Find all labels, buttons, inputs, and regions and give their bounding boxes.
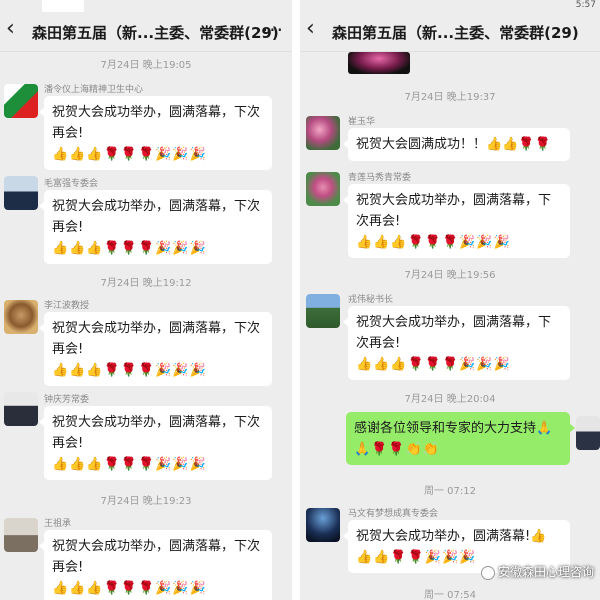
message-bubble[interactable]: 祝贺大会成功举办，圆满落幕，下次再会! 👍👍👍🌹🌹🌹🎉🎉🎉 bbox=[343, 184, 570, 258]
sender-name: 钟庆芳常委 bbox=[44, 395, 90, 405]
lotus-image[interactable] bbox=[348, 52, 410, 74]
message-bubble[interactable]: 祝贺大会成功举办，圆满落幕，下次再会! 👍👍👍🌹🌹🌹🎉🎉🎉 bbox=[39, 530, 272, 600]
message-text: 祝贺大会成功举办，圆满落幕!👍 bbox=[356, 529, 547, 544]
message-text: 祝贺大会成功举办，圆满落幕，下次再会! bbox=[52, 105, 261, 141]
sender-name: 戎伟秘书长 bbox=[348, 295, 394, 305]
sender-name: 王祖承 bbox=[44, 519, 72, 529]
emoji-row: 👍👍👍🌹🌹🌹🎉🎉🎉 bbox=[52, 147, 207, 162]
timestamp: 7月24日 晚上19:12 bbox=[100, 278, 192, 289]
emoji-row: 👍👍👍🌹🌹🌹🎉🎉🎉 bbox=[52, 363, 207, 378]
avatar[interactable] bbox=[306, 294, 340, 328]
chat-header: ‹ 森田第五届（新...主委、常委群(29) bbox=[300, 12, 600, 52]
own-avatar[interactable] bbox=[576, 416, 600, 450]
own-message-bubble[interactable]: 感谢各位领导和专家的大力支持🙏 🙏🌹🌹👏👏 bbox=[346, 412, 575, 465]
status-time: 5:57 bbox=[575, 0, 596, 10]
chat-header: ‹ 森田第五届（新...主委、常委群(29) ··· bbox=[0, 12, 292, 52]
timestamp: 周一 07:12 bbox=[424, 486, 476, 497]
message-text: 祝贺大会圆满成功！！👍👍🌹🌹 bbox=[356, 137, 551, 152]
message-text: 祝贺大会成功举办，圆满落幕，下次再会! bbox=[356, 315, 552, 351]
status-bar: 5:57 bbox=[300, 0, 600, 12]
message-text: 祝贺大会成功举办，圆满落幕，下次再会! bbox=[356, 193, 552, 229]
avatar[interactable] bbox=[4, 300, 38, 334]
emoji-row: 🙏🌹🌹👏👏 bbox=[354, 442, 440, 457]
message-text: 祝贺大会成功举办，圆满落幕，下次再会! bbox=[52, 539, 261, 575]
emoji-row: 👍👍👍🌹🌹🌹🎉🎉🎉 bbox=[52, 581, 207, 596]
message-bubble[interactable]: 祝贺大会成功举办，圆满落幕，下次再会! 👍👍👍🌹🌹🌹🎉🎉🎉 bbox=[39, 312, 272, 386]
back-arrow-icon[interactable]: ‹ bbox=[306, 18, 315, 40]
back-arrow-icon[interactable]: ‹ bbox=[6, 18, 15, 40]
sender-name: 崔玉华 bbox=[348, 117, 376, 127]
message-text: 祝贺大会成功举办，圆满落幕，下次再会! bbox=[52, 199, 261, 235]
timestamp: 7月24日 晚上20:04 bbox=[404, 394, 496, 405]
avatar[interactable] bbox=[306, 116, 340, 150]
watermark-text: 安徽森田心理咨询 bbox=[497, 565, 594, 579]
sender-name: 李江波教授 bbox=[44, 301, 90, 311]
avatar[interactable] bbox=[306, 172, 340, 206]
message-bubble[interactable]: 祝贺大会成功举办，圆满落幕，下次再会! 👍👍👍🌹🌹🌹🎉🎉🎉 bbox=[39, 96, 272, 170]
emoji-row: 👍👍👍🌹🌹🌹🎉🎉🎉 bbox=[356, 235, 511, 250]
message-bubble[interactable]: 祝贺大会成功举办，圆满落幕，下次再会! 👍👍👍🌹🌹🌹🎉🎉🎉 bbox=[39, 406, 272, 480]
emoji-row: 👍👍👍🌹🌹🌹🎉🎉🎉 bbox=[356, 357, 511, 372]
message-bubble[interactable]: 祝贺大会成功举办，圆满落幕，下次再会! 👍👍👍🌹🌹🌹🎉🎉🎉 bbox=[343, 306, 570, 380]
avatar[interactable] bbox=[4, 518, 38, 552]
emoji-row: 👍👍👍🌹🌹🌹🎉🎉🎉 bbox=[52, 241, 207, 256]
more-options-icon[interactable]: ··· bbox=[262, 18, 284, 42]
sender-name: 潘令仪上海精神卫生中心 bbox=[44, 85, 144, 95]
sender-name: 毛富强专委会 bbox=[44, 179, 99, 189]
sender-name: 青莲马秀青常委 bbox=[348, 173, 412, 183]
watermark: 安徽森田心理咨询 bbox=[480, 563, 594, 580]
timestamp: 7月24日 晚上19:05 bbox=[100, 60, 192, 71]
emoji-row: 👍👍👍🌹🌹🌹🎉🎉🎉 bbox=[52, 457, 207, 472]
message-text: 感谢各位领导和专家的大力支持🙏 bbox=[354, 421, 553, 436]
timestamp: 周一 07:54 bbox=[424, 590, 476, 600]
message-bubble[interactable]: 祝贺大会圆满成功！！👍👍🌹🌹 bbox=[343, 128, 570, 161]
sender-name: 马文有梦想成真专委会 bbox=[348, 509, 439, 519]
avatar[interactable] bbox=[4, 392, 38, 426]
timestamp: 7月24日 晚上19:37 bbox=[404, 92, 496, 103]
avatar[interactable] bbox=[306, 508, 340, 542]
timestamp: 7月24日 晚上19:23 bbox=[100, 496, 192, 507]
message-text: 祝贺大会成功举办，圆满落幕，下次再会! bbox=[52, 321, 261, 357]
message-text: 祝贺大会成功举办，圆满落幕，下次再会! bbox=[52, 415, 261, 451]
left-chat-screen: ‹ 森田第五届（新...主委、常委群(29) ··· 7月24日 晚上19:05… bbox=[0, 0, 292, 600]
message-bubble[interactable]: 祝贺大会成功举办，圆满落幕，下次再会! 👍👍👍🌹🌹🌹🎉🎉🎉 bbox=[39, 190, 272, 264]
avatar[interactable] bbox=[4, 84, 38, 118]
group-title: 森田第五届（新...主委、常委群(29) bbox=[32, 24, 279, 42]
wechat-logo-icon bbox=[480, 565, 495, 580]
avatar[interactable] bbox=[4, 176, 38, 210]
timestamp: 7月24日 晚上19:56 bbox=[404, 270, 496, 281]
group-title: 森田第五届（新...主委、常委群(29) bbox=[332, 24, 579, 42]
